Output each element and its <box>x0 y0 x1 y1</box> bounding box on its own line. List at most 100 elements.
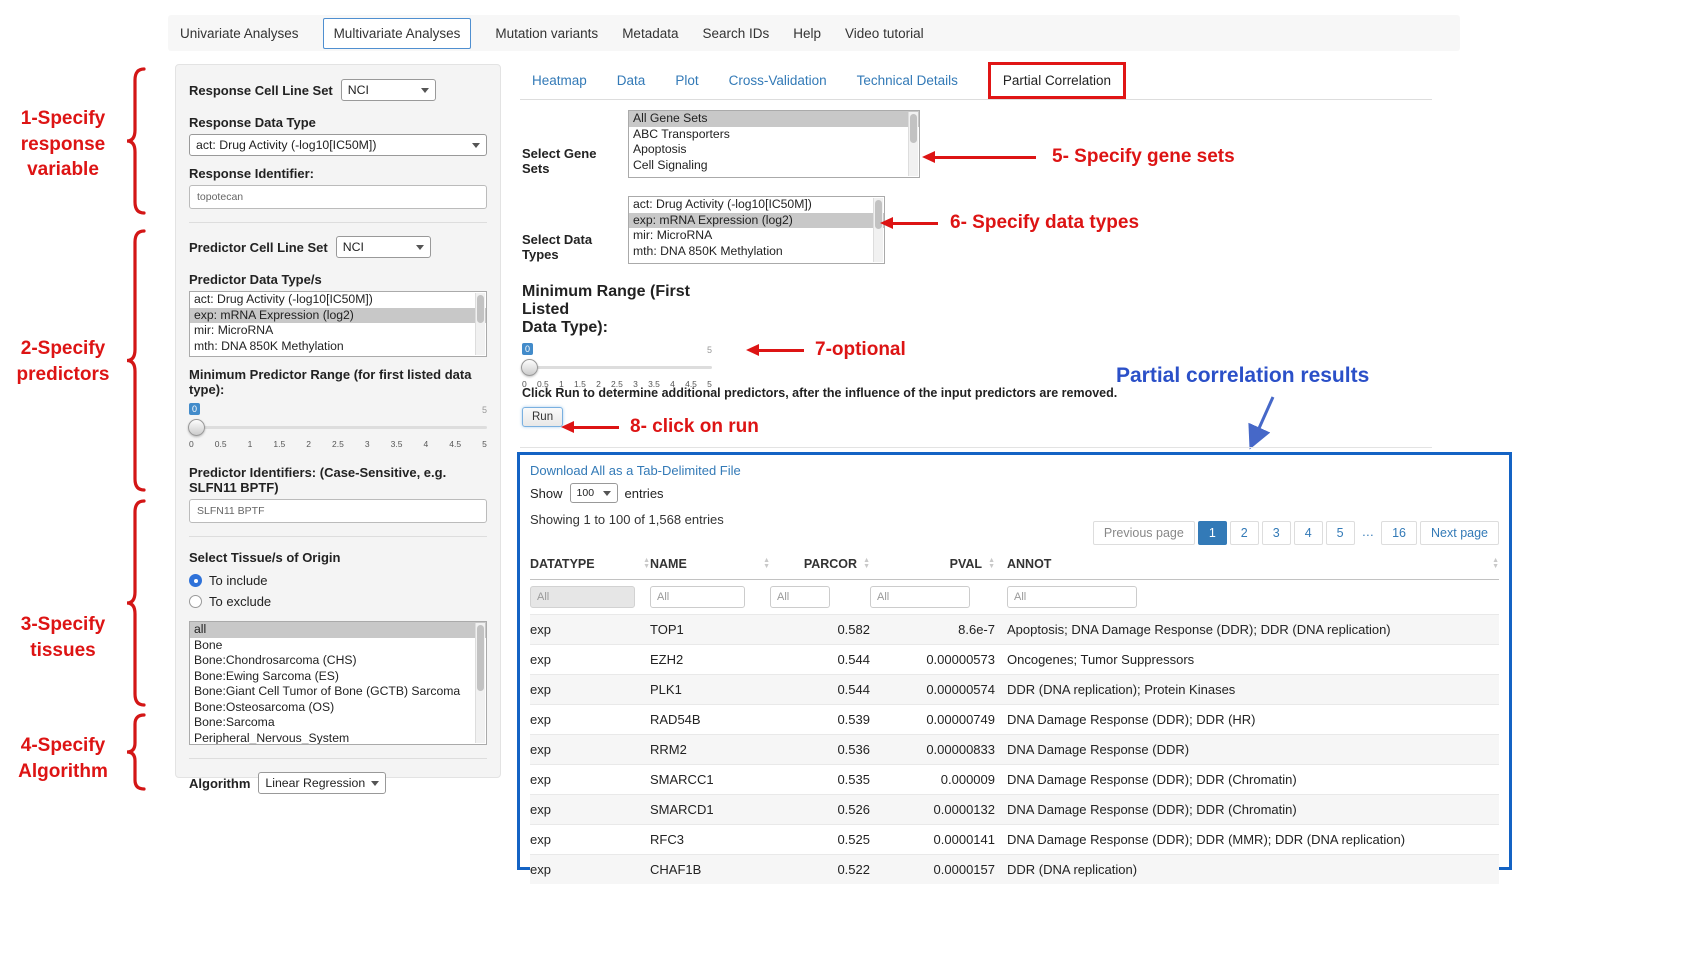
table-row[interactable]: exp RFC3 0.525 0.0000141 DNA Damage Resp… <box>530 824 1499 854</box>
scrollbar-thumb[interactable] <box>477 295 484 323</box>
column-header-annot[interactable]: ANNOT ▲▼ <box>995 557 1499 571</box>
listbox-option[interactable]: mth: DNA 850K Methylation <box>190 339 486 355</box>
nav-item[interactable]: Mutation variants <box>495 26 598 41</box>
column-label: ANNOT <box>1007 557 1051 571</box>
listbox-option[interactable]: act: Drug Activity (-log10[IC50M]) <box>629 197 884 213</box>
sort-icon[interactable]: ▲▼ <box>863 558 870 571</box>
sort-icon[interactable]: ▲▼ <box>763 558 770 571</box>
page-number-button[interactable]: 1 <box>1198 521 1227 545</box>
listbox-option[interactable]: Peripheral_Nervous_System <box>190 731 486 746</box>
tissue-listbox[interactable]: all Bone Bone:Chondrosarcoma (CHS) Bone:… <box>189 621 487 745</box>
page-number-button[interactable]: 5 <box>1326 521 1355 545</box>
page-number-button[interactable]: 2 <box>1230 521 1259 545</box>
table-row[interactable]: exp PLK1 0.544 0.00000574 DDR (DNA repli… <box>530 674 1499 704</box>
column-header-pval[interactable]: PVAL ▲▼ <box>870 557 995 571</box>
scrollbar-thumb[interactable] <box>910 114 917 143</box>
response-cell-line-select[interactable]: NCI <box>341 79 436 101</box>
result-tab[interactable]: Technical Details <box>857 73 958 88</box>
page-number-button[interactable]: … <box>1358 521 1379 545</box>
nav-item[interactable]: Metadata <box>622 26 678 41</box>
slider-track[interactable] <box>189 426 487 429</box>
scrollbar-thumb[interactable] <box>477 625 484 691</box>
gene-sets-listbox[interactable]: All Gene Sets ABC Transporters Apoptosis… <box>628 110 920 178</box>
nav-item[interactable]: Univariate Analyses <box>180 26 299 41</box>
page-number-button[interactable]: 16 <box>1381 521 1417 545</box>
filter-parcor-input[interactable] <box>770 586 830 608</box>
nav-item[interactable]: Multivariate Analyses <box>323 18 472 49</box>
listbox-option[interactable]: All Gene Sets <box>629 111 919 127</box>
listbox-option[interactable]: Bone:Ewing Sarcoma (ES) <box>190 669 486 685</box>
sort-icon[interactable]: ▲▼ <box>1492 558 1499 571</box>
filter-datatype-input[interactable] <box>530 586 635 608</box>
listbox-option[interactable]: Cell Signaling <box>629 158 919 174</box>
filter-annot-input[interactable] <box>1007 586 1137 608</box>
prev-page-button[interactable]: Previous page <box>1093 521 1195 545</box>
radio-icon <box>189 574 202 587</box>
listbox-option[interactable]: mir: MicroRNA <box>190 323 486 339</box>
nav-item[interactable]: Search IDs <box>702 26 769 41</box>
listbox-option[interactable]: Bone:Sarcoma <box>190 715 486 731</box>
run-button[interactable]: Run <box>522 407 563 427</box>
nav-item[interactable]: Help <box>793 26 821 41</box>
page-number-button[interactable]: 3 <box>1262 521 1291 545</box>
predictor-cell-line-select[interactable]: NCI <box>336 236 431 258</box>
response-data-type-select[interactable]: act: Drug Activity (-log10[IC50M]) <box>189 134 487 156</box>
cell-name: RFC3 <box>650 832 770 847</box>
tissue-radio[interactable]: To exclude <box>189 594 487 609</box>
slider-handle[interactable] <box>521 359 538 376</box>
slider-track[interactable] <box>522 366 712 369</box>
filter-name-input[interactable] <box>650 586 745 608</box>
nav-item[interactable]: Video tutorial <box>845 26 924 41</box>
predictor-identifiers-input[interactable] <box>189 499 487 523</box>
listbox-option[interactable]: act: Drug Activity (-log10[IC50M]) <box>190 292 486 308</box>
listbox-option[interactable]: Bone:Chondrosarcoma (CHS) <box>190 653 486 669</box>
scrollbar[interactable] <box>873 198 883 262</box>
predictor-data-types-listbox[interactable]: act: Drug Activity (-log10[IC50M]) exp: … <box>189 291 487 357</box>
next-page-button[interactable]: Next page <box>1420 521 1499 545</box>
scrollbar[interactable] <box>475 623 485 743</box>
table-row[interactable]: exp SMARCD1 0.526 0.0000132 DNA Damage R… <box>530 794 1499 824</box>
data-types-listbox[interactable]: act: Drug Activity (-log10[IC50M]) exp: … <box>628 196 885 264</box>
scrollbar[interactable] <box>475 293 485 355</box>
listbox-option[interactable]: mir: MicroRNA <box>629 228 884 244</box>
column-header-name[interactable]: NAME ▲▼ <box>650 557 770 571</box>
slider-max-label: 5 <box>707 345 712 355</box>
download-link[interactable]: Download All as a Tab-Delimited File <box>530 463 741 478</box>
min-predictor-range-slider[interactable]: 0 5 00.511.522.533.544.55 <box>189 417 487 457</box>
result-tab[interactable]: Heatmap <box>532 73 587 88</box>
result-tab[interactable]: Partial Correlation <box>988 62 1126 99</box>
cell-annot: Oncogenes; Tumor Suppressors <box>995 652 1499 667</box>
table-row[interactable]: exp RAD54B 0.539 0.00000749 DNA Damage R… <box>530 704 1499 734</box>
listbox-option[interactable]: ABC Transporters <box>629 127 919 143</box>
table-row[interactable]: exp SMARCC1 0.535 0.000009 DNA Damage Re… <box>530 764 1499 794</box>
listbox-option[interactable]: Bone <box>190 638 486 654</box>
listbox-option[interactable]: exp: mRNA Expression (log2) <box>190 308 486 324</box>
show-entries-select[interactable]: 100 <box>570 483 618 503</box>
table-row[interactable]: exp CHAF1B 0.522 0.0000157 DDR (DNA repl… <box>530 854 1499 884</box>
listbox-option[interactable]: Bone:Giant Cell Tumor of Bone (GCTB) Sar… <box>190 684 486 700</box>
table-row[interactable]: exp TOP1 0.582 8.6e-7 Apoptosis; DNA Dam… <box>530 614 1499 644</box>
slider-handle[interactable] <box>188 419 205 436</box>
column-header-parcor[interactable]: PARCOR ▲▼ <box>770 557 870 571</box>
listbox-option[interactable]: Bone:Osteosarcoma (OS) <box>190 700 486 716</box>
sort-icon[interactable]: ▲▼ <box>988 558 995 571</box>
result-tab[interactable]: Plot <box>675 73 698 88</box>
algorithm-select[interactable]: Linear Regression <box>258 772 386 794</box>
filter-pval-input[interactable] <box>870 586 970 608</box>
result-tab[interactable]: Data <box>617 73 646 88</box>
top-nav: Univariate Analyses Multivariate Analyse… <box>168 15 1460 51</box>
tissue-radio[interactable]: To include <box>189 573 487 588</box>
page-number-button[interactable]: 4 <box>1294 521 1323 545</box>
column-header-datatype[interactable]: DATATYPE ▲▼ <box>530 557 650 571</box>
result-tab[interactable]: Cross-Validation <box>729 73 827 88</box>
table-row[interactable]: exp RRM2 0.536 0.00000833 DNA Damage Res… <box>530 734 1499 764</box>
table-row[interactable]: exp EZH2 0.544 0.00000573 Oncogenes; Tum… <box>530 644 1499 674</box>
response-identifier-input[interactable] <box>189 185 487 209</box>
listbox-option[interactable]: exp: mRNA Expression (log2) <box>629 213 884 229</box>
listbox-option[interactable]: Apoptosis <box>629 142 919 158</box>
scrollbar[interactable] <box>908 112 918 176</box>
listbox-option[interactable]: all <box>190 622 486 638</box>
listbox-option[interactable]: mth: DNA 850K Methylation <box>629 244 884 260</box>
sort-icon[interactable]: ▲▼ <box>643 558 650 571</box>
tick-label: 0 <box>189 439 194 449</box>
